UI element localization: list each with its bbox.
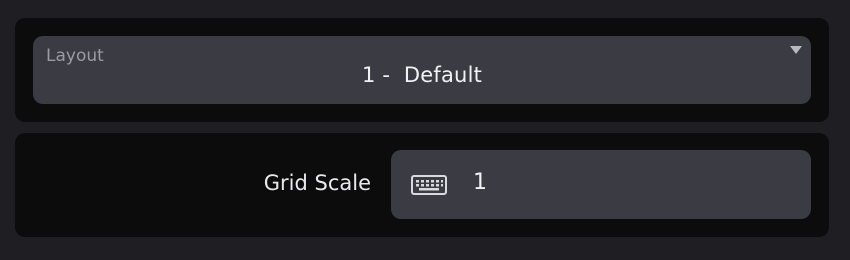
layout-dropdown[interactable]: Layout 1 - Default bbox=[33, 36, 811, 104]
grid-scale-label: Grid Scale bbox=[263, 171, 371, 195]
layout-selected-value: 1 - Default bbox=[361, 63, 483, 87]
grid-scale-input[interactable]: 1 bbox=[391, 150, 811, 219]
layout-panel: Layout 1 - Default bbox=[15, 18, 829, 122]
keyboard-icon[interactable] bbox=[411, 175, 447, 195]
grid-scale-value[interactable]: 1 bbox=[473, 170, 487, 195]
caret-down-icon[interactable] bbox=[790, 46, 802, 54]
grid-scale-panel: Grid Scale 1 bbox=[15, 133, 829, 237]
